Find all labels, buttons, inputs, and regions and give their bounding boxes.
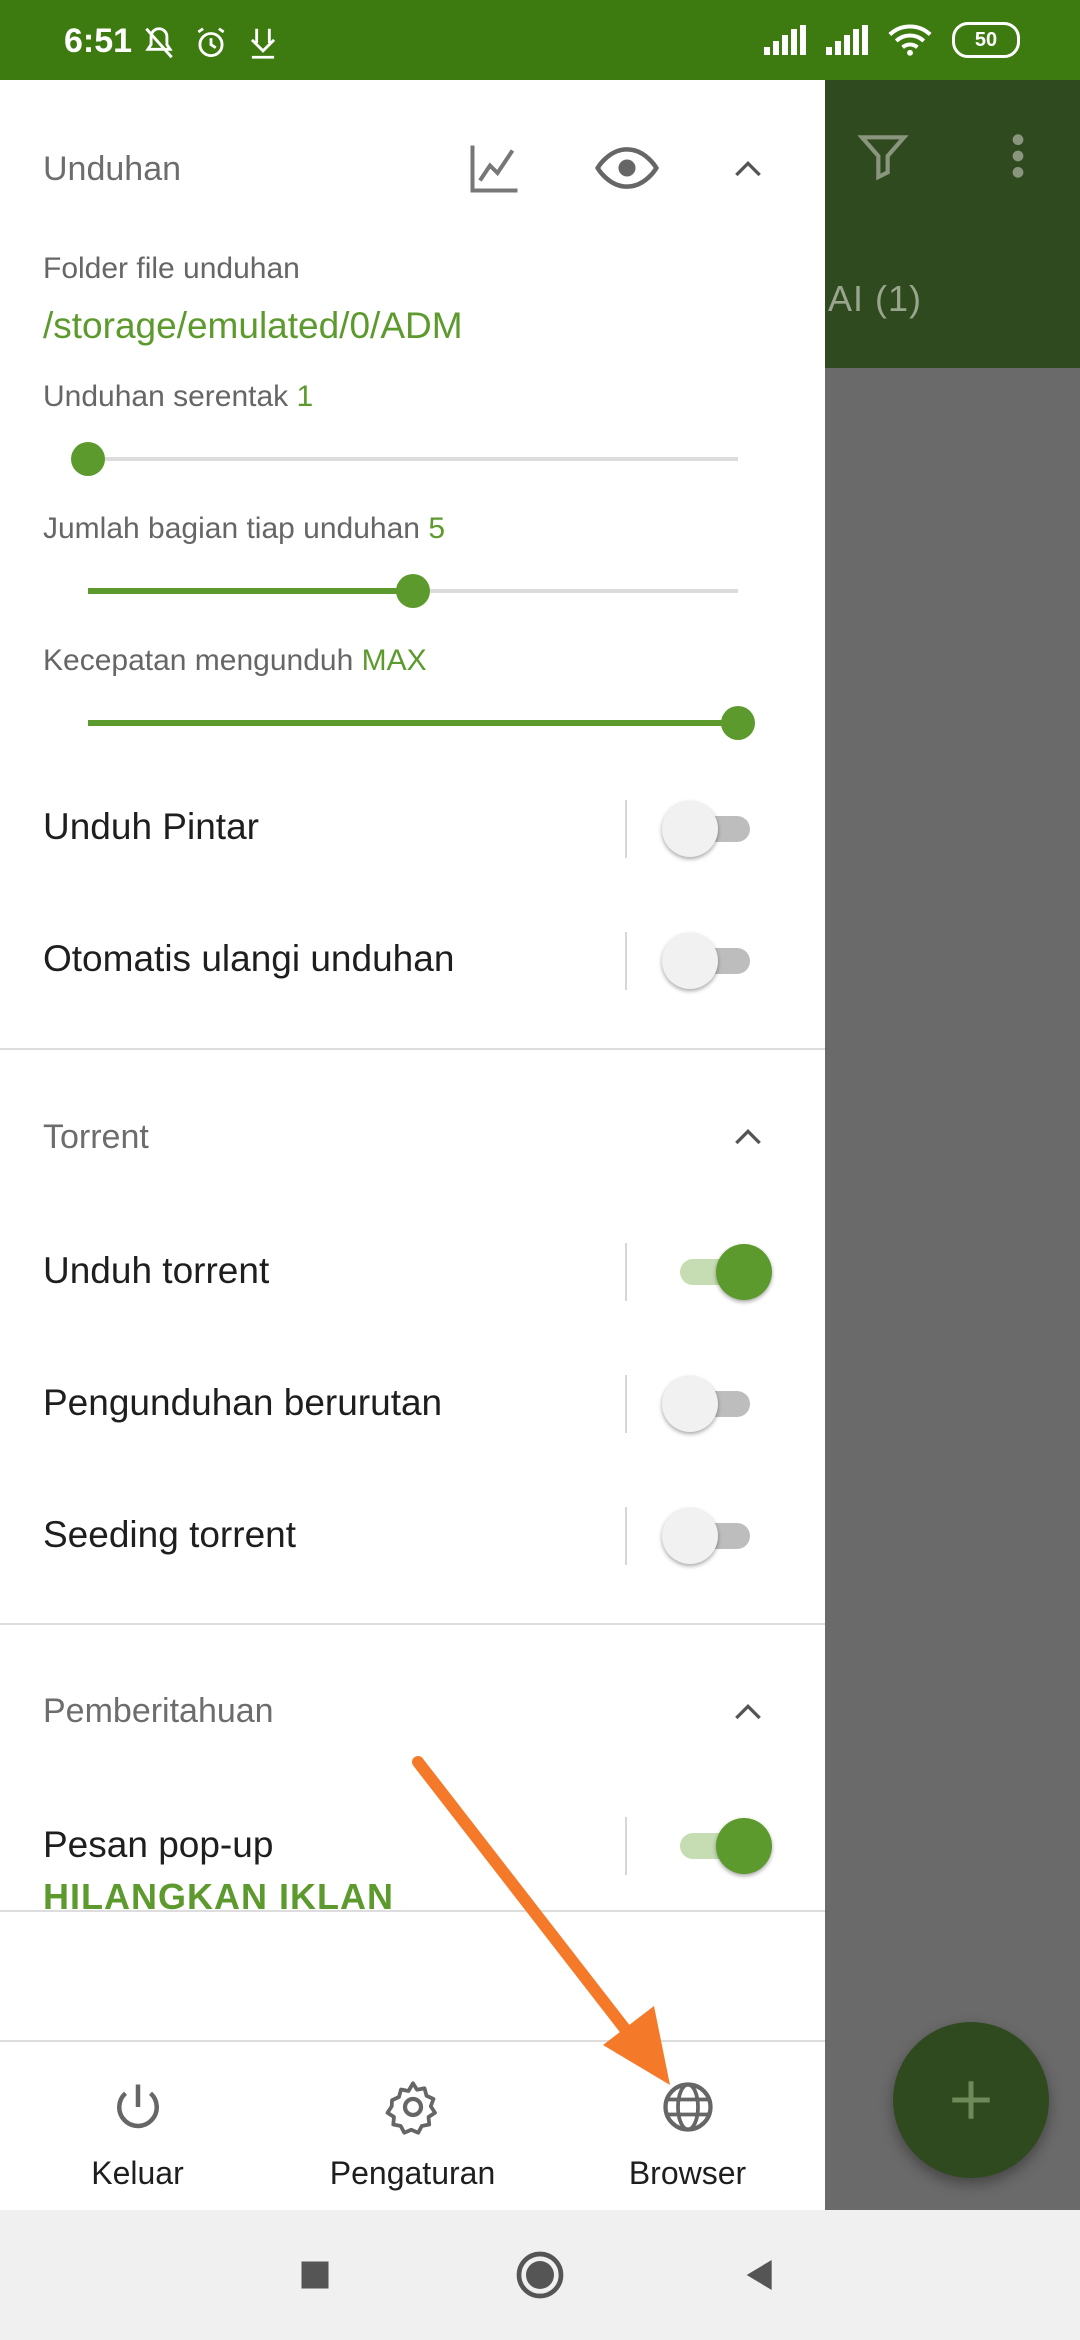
collapse-torrent-button[interactable] [718,1108,778,1168]
slider-fill [88,720,738,726]
concurrent-downloads-text: Unduhan serentak [43,380,289,413]
browser-label: Browser [628,2155,747,2191]
bell-off-icon [145,27,173,59]
battery-indicator: 50 [952,22,1020,58]
download-icon [250,28,276,59]
concurrent-downloads-label: Unduhan serentak 1 [43,380,313,414]
row-divider [625,932,627,990]
concurrent-downloads-slider[interactable] [71,439,738,479]
exit-label: Keluar [91,2155,184,2191]
eye-icon [595,147,659,189]
collapse-notifications-button[interactable] [718,1683,778,1743]
section-title-torrent: Torrent [43,1118,149,1156]
download-torrent-label: Unduh torrent [43,1250,270,1291]
signal-icon [764,25,806,55]
visibility-button[interactable] [594,135,660,201]
auto-retry-toggle[interactable] [660,931,770,991]
signal-icon-2 [826,25,868,55]
download-speed-slider[interactable] [88,703,755,743]
drawer-bottom-nav: Keluar Pengaturan Browser [0,2045,825,2210]
sequential-download-toggle[interactable] [660,1374,770,1434]
slider-track [88,457,738,461]
smart-download-label: Unduh Pintar [43,806,259,847]
back-button[interactable] [725,2240,795,2310]
status-bar: 6:51 50 [0,0,1080,80]
section-title-notifications: Pemberitahuan [43,1692,274,1730]
slider-fill [88,588,413,594]
recents-button[interactable] [280,2240,350,2310]
gear-icon [385,2081,437,2135]
settings-label: Pengaturan [329,2155,496,2191]
add-download-button[interactable] [893,2022,1049,2178]
section-divider [0,2040,825,2042]
toggle-knob [662,1508,718,1564]
slider-thumb[interactable] [396,574,430,608]
section-divider [0,1623,825,1625]
toggle-knob [662,801,718,857]
auto-retry-label: Otomatis ulangi unduhan [43,938,455,979]
globe-icon [662,2082,713,2132]
system-navigation-bar [0,2210,1080,2340]
circle-icon [516,2251,564,2299]
row-divider [625,1507,627,1565]
concurrent-downloads-value: 1 [296,380,314,413]
filter-icon[interactable] [855,128,911,184]
toggle-knob [716,1244,772,1300]
status-time: 6:51 [64,22,133,60]
download-speed-label: Kecepatan mengunduh MAX [43,644,427,678]
alarm-icon [197,27,225,58]
download-torrent-toggle[interactable] [660,1242,772,1302]
popup-message-toggle[interactable] [660,1816,772,1876]
parts-per-download-value: 5 [428,512,445,545]
navigation-drawer: Unduhan Folder file unduhan /storage/emu… [0,80,825,2210]
smart-download-toggle[interactable] [660,799,770,859]
more-options-icon[interactable] [998,128,1038,184]
parts-per-download-slider[interactable] [88,571,738,611]
chevron-up-icon [735,1703,761,1720]
collapse-downloads-button[interactable] [718,140,778,200]
popup-message-label: Pesan pop-up [43,1824,274,1865]
browser-button[interactable]: Browser [550,2045,825,2210]
section-title-downloads: Unduhan [43,150,182,188]
slider-thumb[interactable] [71,442,105,476]
status-system-icons: 50 [764,22,1020,58]
download-speed-value: MAX [361,644,427,677]
toggle-knob [662,933,718,989]
folder-label: Folder file unduhan [43,252,300,285]
wifi-icon [888,24,932,56]
sequential-download-label: Pengunduhan berurutan [43,1382,443,1423]
download-speed-text: Kecepatan mengunduh [43,644,354,677]
section-divider [0,1048,825,1050]
folder-path[interactable]: /storage/emulated/0/ADM [43,305,463,347]
row-divider [625,1817,627,1875]
toggle-knob [716,1818,772,1874]
settings-button[interactable]: Pengaturan [275,2045,550,2210]
chevron-up-icon [735,1128,761,1145]
row-divider [625,1243,627,1301]
seeding-torrent-toggle[interactable] [660,1506,770,1566]
parts-per-download-label: Jumlah bagian tiap unduhan 5 [43,512,445,546]
status-notification-icons [140,24,282,62]
row-divider [625,1375,627,1433]
chevron-up-icon [735,160,761,177]
exit-button[interactable]: Keluar [0,2045,275,2210]
power-icon [116,2084,159,2129]
back-triangle-icon [746,2260,772,2290]
tab-all[interactable]: AI (1) [828,278,922,320]
statistics-button[interactable] [462,135,528,201]
slider-thumb[interactable] [721,706,755,740]
parts-per-download-text: Jumlah bagian tiap unduhan [43,512,420,545]
square-icon [301,2261,329,2289]
chart-icon [470,145,518,193]
home-button[interactable] [505,2240,575,2310]
toggle-knob [662,1376,718,1432]
remove-ads-button[interactable]: HILANGKAN IKLAN [43,1876,394,1918]
plus-icon [952,2081,990,2119]
row-divider [625,800,627,858]
seeding-torrent-label: Seeding torrent [43,1514,297,1555]
